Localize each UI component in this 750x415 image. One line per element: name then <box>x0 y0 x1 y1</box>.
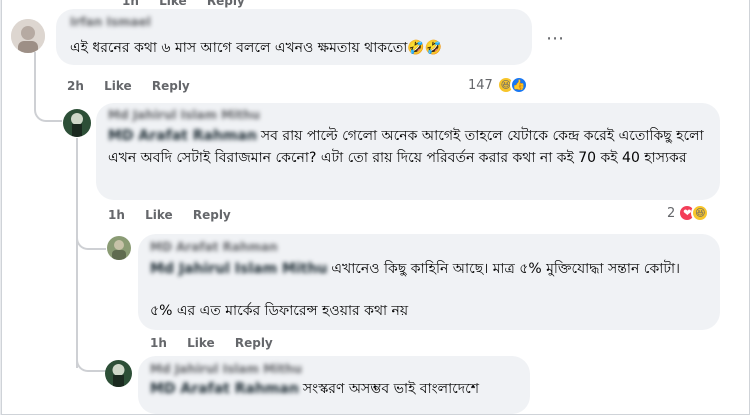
comment-text: এই ধরনের কথা ৬ মাস আগে বললে এখনও ক্ষমতায… <box>70 40 443 56</box>
reply-actions: 1h Like Reply <box>108 208 247 222</box>
avatar[interactable] <box>105 360 132 387</box>
reply-body-line1: এখানেও কিছু কাহিনি আছে। মাত্র ৫% মুক্তিয… <box>331 261 681 277</box>
reply-bubble: Md Jahirul Islam Mithu MD Arafat Rahman স… <box>96 103 720 200</box>
mention-tag[interactable]: Md Jahirul Islam Mithu <box>150 258 327 280</box>
thread-connector-2 <box>76 226 106 250</box>
comment-bubble: Irfan Ismael এই ধরনের কথা ৬ মাস আগে বললে… <box>56 9 532 65</box>
comment-actions: 2h Like Reply <box>67 79 206 93</box>
reply-body: সংস্করণ অসম্ভব ভাই বাংলাদেশে <box>302 381 480 397</box>
reply-text: Md Jahirul Islam Mithu এখানেও কিছু কাহিনি… <box>150 258 710 280</box>
reply-bubble: Md Jahirul Islam Mithu MD Arafat Rahman স… <box>138 356 530 414</box>
reaction-summary[interactable]: 2 ❤ 😆 <box>667 204 710 222</box>
haha-reaction-icon: 😆 <box>691 204 710 222</box>
thread-connector <box>34 100 62 122</box>
reply-bubble: MD Arafat Rahman Md Jahirul Islam Mithu এ… <box>138 234 720 330</box>
thread-connector-3 <box>76 350 106 372</box>
avatar[interactable] <box>63 109 91 137</box>
reply-author[interactable]: MD Arafat Rahman <box>150 240 278 254</box>
previous-reply-link[interactable]: Reply <box>207 0 245 8</box>
comments-panel: 1h Like Reply Irfan Ismael এই ধরনের কথা … <box>1 0 750 415</box>
avatar[interactable] <box>107 236 131 260</box>
previous-like-link[interactable]: Like <box>159 0 187 8</box>
like-link[interactable]: Like <box>187 336 215 350</box>
reaction-count: 2 <box>667 205 676 221</box>
more-options-icon[interactable]: ⋯ <box>546 28 565 49</box>
reply-text: MD Arafat Rahman সংস্করণ অসম্ভব ভাই বাংলা… <box>150 378 520 400</box>
mention-tag[interactable]: MD Arafat Rahman <box>150 378 299 400</box>
reply-text: MD Arafat Rahman সব রায় পাল্টে গেলো অনেক… <box>108 125 708 169</box>
reply-link[interactable]: Reply <box>235 336 273 350</box>
previous-comment-actions: 1h Like Reply <box>122 0 261 8</box>
avatar-image <box>11 19 45 53</box>
reply-time[interactable]: 1h <box>150 336 167 350</box>
like-link[interactable]: Like <box>104 79 132 93</box>
avatar-image <box>63 109 91 137</box>
mention-tag[interactable]: MD Arafat Rahman <box>108 125 257 147</box>
reply-link[interactable]: Reply <box>152 79 190 93</box>
thread-line-2 <box>76 138 78 368</box>
reaction-summary[interactable]: 147 😆 👍 <box>468 76 528 94</box>
avatar[interactable] <box>11 19 45 53</box>
reply-author[interactable]: Md Jahirul Islam Mithu <box>150 362 302 376</box>
reaction-count: 147 <box>468 77 493 93</box>
avatar-image <box>105 360 132 387</box>
reply-text-line2: ৫% এর এত মার্কের ডিফারেন্স হওয়ার কথা নয… <box>150 303 409 319</box>
like-link[interactable]: Like <box>145 208 173 222</box>
avatar-image <box>107 236 131 260</box>
reply-time[interactable]: 1h <box>108 208 125 222</box>
reply-author[interactable]: Md Jahirul Islam Mithu <box>108 108 260 122</box>
comment-author[interactable]: Irfan Ismael <box>70 15 151 29</box>
reply-link[interactable]: Reply <box>193 208 231 222</box>
previous-time: 1h <box>122 0 139 8</box>
reply-actions: 1h Like Reply <box>150 336 289 350</box>
comment-time[interactable]: 2h <box>67 79 84 93</box>
like-reaction-icon: 👍 <box>509 76 528 94</box>
